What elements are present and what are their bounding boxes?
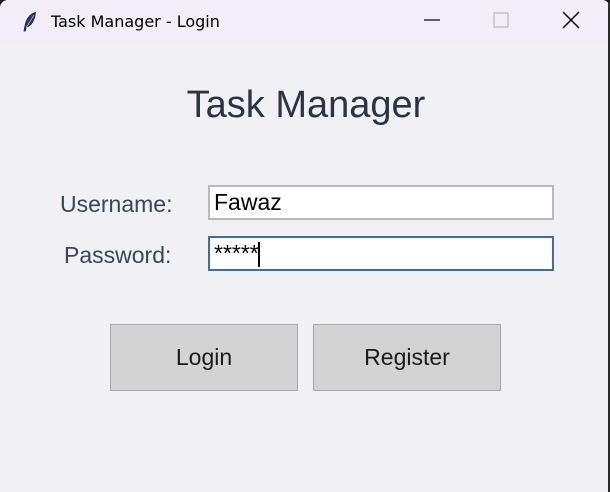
title-bar[interactable]: Task Manager - Login bbox=[0, 0, 610, 44]
username-field[interactable] bbox=[208, 185, 554, 220]
window-title: Task Manager - Login bbox=[51, 12, 220, 31]
close-icon bbox=[562, 10, 580, 34]
register-button[interactable]: Register bbox=[313, 324, 501, 391]
text-caret bbox=[258, 242, 260, 267]
username-label: Username: bbox=[60, 191, 173, 217]
feather-icon bbox=[20, 11, 40, 33]
app-heading: Task Manager bbox=[186, 84, 426, 126]
login-button[interactable]: Login bbox=[110, 324, 298, 391]
close-button[interactable] bbox=[536, 0, 606, 44]
maximize-button[interactable] bbox=[466, 0, 536, 44]
password-label: Password: bbox=[64, 242, 172, 268]
minimize-button[interactable] bbox=[397, 0, 467, 44]
maximize-icon bbox=[493, 11, 509, 33]
minimize-icon bbox=[424, 12, 440, 33]
login-window: Task Manager - Login Task Manager Userna… bbox=[0, 0, 610, 492]
